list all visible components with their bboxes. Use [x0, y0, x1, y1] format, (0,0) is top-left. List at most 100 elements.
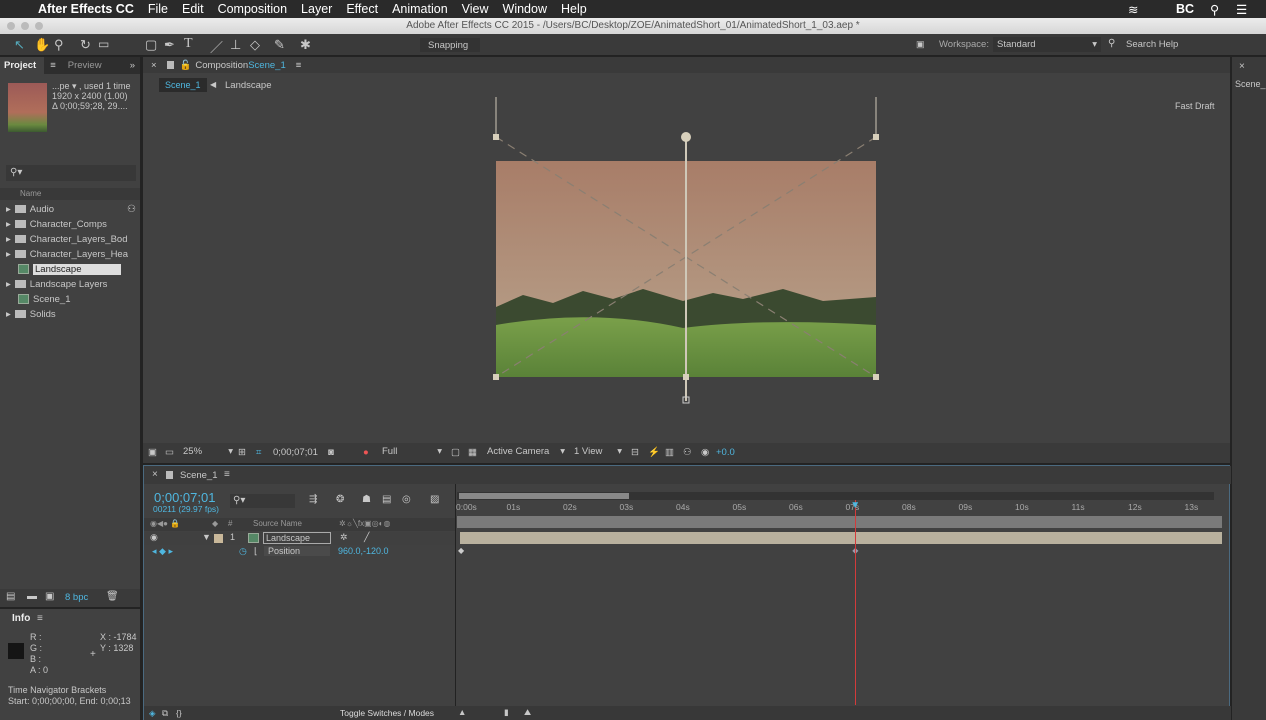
resolution-dropdown[interactable]: Full ▾	[382, 446, 442, 457]
video-visibility-icon[interactable]: ◉	[150, 532, 158, 543]
stopwatch-icon[interactable]: ◷	[239, 546, 247, 557]
pen-tool-icon[interactable]: ✒	[164, 37, 175, 53]
minimize-window-button[interactable]	[21, 22, 29, 30]
close-tab-icon[interactable]: ×	[1239, 61, 1245, 72]
rotate-tool-icon[interactable]: ↻	[80, 37, 91, 53]
spotlight-icon[interactable]: ⚲	[1210, 2, 1219, 17]
quality-switch-icon[interactable]: ╱	[364, 532, 369, 543]
eraser-tool-icon[interactable]: ◇	[250, 37, 260, 53]
source-name-header[interactable]: Source Name	[253, 519, 302, 528]
workspace-dropdown[interactable]: Standard ▾	[993, 37, 1101, 52]
exposure-icon[interactable]: ◉	[701, 447, 709, 458]
puppet-pin-tool-icon[interactable]: ✱	[300, 37, 311, 53]
info-menu-icon[interactable]: ≡	[37, 613, 43, 624]
graph-editor-icon[interactable]: ▨	[430, 494, 439, 505]
close-tab-icon[interactable]: ×	[151, 60, 157, 71]
user-menu[interactable]: BC	[1176, 2, 1194, 16]
menu-view[interactable]: View	[462, 2, 489, 16]
mask-visibility-icon[interactable]: ⌗	[256, 447, 261, 458]
menu-effect[interactable]: Effect	[346, 2, 378, 16]
composition-viewer[interactable]	[143, 93, 1230, 443]
keyframe-start[interactable]: ◆	[458, 546, 464, 555]
playhead-handle[interactable]: ▼	[850, 500, 860, 511]
timeline-menu-icon[interactable]: ≡	[224, 469, 230, 480]
collapse-transform-icon[interactable]: ✲	[340, 532, 348, 543]
region-of-interest-icon[interactable]: ▢	[451, 447, 460, 458]
zoom-in-icon[interactable]: ⛰	[524, 707, 531, 718]
project-item-audio[interactable]: ▸ Audio	[0, 202, 128, 217]
close-tab-icon[interactable]: ×	[152, 469, 158, 480]
menu-edit[interactable]: Edit	[182, 2, 204, 16]
project-item-character-comps[interactable]: ▸ Character_Comps	[0, 217, 128, 232]
layer-duration-bar[interactable]	[460, 532, 1222, 544]
composition-tab-name[interactable]: Scene_1	[248, 60, 286, 71]
hand-tool-icon[interactable]: ✋	[34, 37, 50, 53]
breadcrumb-landscape[interactable]: Landscape	[225, 80, 271, 91]
layer-switches-icon[interactable]: ◈	[149, 708, 156, 719]
work-area-bar[interactable]	[459, 493, 629, 499]
new-composition-icon[interactable]: ▣	[45, 591, 54, 602]
timeline-icon[interactable]: ▥	[665, 447, 674, 458]
rectangle-tool-icon[interactable]: ▢	[145, 37, 157, 53]
lock-icon[interactable]: 🔓	[180, 60, 192, 71]
app-menu[interactable]: After Effects CC	[38, 2, 134, 16]
project-item-landscape-layers[interactable]: ▸ Landscape Layers	[0, 277, 128, 292]
timeline-tab-scene-1[interactable]: Scene_1	[180, 470, 218, 481]
flowchart-icon[interactable]: ⚇	[127, 204, 136, 215]
toggle-switches-modes-button[interactable]: Toggle Switches / Modes	[340, 708, 434, 718]
close-window-button[interactable]	[7, 22, 15, 30]
zoom-slider[interactable]: ▮	[504, 707, 509, 718]
menu-composition[interactable]: Composition	[218, 2, 287, 16]
graph-icon[interactable]: ⌊	[254, 546, 258, 557]
current-time-field[interactable]: 0;00;07;01	[273, 447, 318, 458]
transfer-controls-icon[interactable]: ⧉	[162, 708, 168, 719]
playhead-line[interactable]	[855, 500, 857, 705]
flowchart-icon[interactable]: ⚇	[683, 447, 692, 458]
menu-layer[interactable]: Layer	[301, 2, 332, 16]
tab-preview[interactable]: Preview	[68, 60, 102, 71]
tab-project[interactable]: Project	[0, 57, 45, 74]
exposure-value[interactable]: +0.0	[716, 447, 735, 458]
composition-tab-label[interactable]: Composition	[195, 60, 248, 71]
project-item-scene-1[interactable]: Scene_1	[0, 292, 128, 307]
draft-3d-icon[interactable]: ❂	[336, 494, 344, 505]
camera-dropdown[interactable]: Active Camera ▾	[487, 446, 565, 457]
selection-tool-icon[interactable]: ↖	[14, 37, 25, 53]
brush-tool-icon[interactable]: ／	[210, 37, 223, 56]
views-dropdown[interactable]: 1 View ▾	[574, 446, 622, 457]
comp-menu-icon[interactable]: ≡	[296, 60, 302, 71]
frame-blending-icon[interactable]: ▤	[382, 494, 391, 505]
trash-icon[interactable]: 🗑	[106, 591, 119, 602]
interpret-footage-icon[interactable]: ▤	[6, 591, 15, 602]
safe-margins-icon[interactable]: ⊞	[238, 447, 246, 458]
zoom-window-button[interactable]	[35, 22, 43, 30]
position-value[interactable]: 960.0,-120.0	[338, 546, 389, 556]
channel-icon[interactable]: ●	[363, 447, 369, 458]
project-item-solids[interactable]: ▸ Solids	[0, 307, 128, 322]
zoom-out-icon[interactable]: ▲	[458, 707, 466, 717]
always-preview-icon[interactable]: ▣	[148, 447, 157, 458]
name-column-header[interactable]: Name	[0, 188, 140, 200]
shy-layers-icon[interactable]: ☗	[362, 494, 371, 505]
project-menu-icon[interactable]: ≡	[50, 60, 56, 71]
tab-scene[interactable]: Scene_	[1235, 79, 1266, 89]
in-out-icon[interactable]: {}	[176, 708, 182, 718]
snapshot-icon[interactable]: ◙	[328, 447, 334, 458]
transparency-grid-icon[interactable]: ▦	[468, 447, 477, 458]
menu-animation[interactable]: Animation	[392, 2, 448, 16]
breadcrumb-scene-1[interactable]: Scene_1	[159, 78, 207, 92]
layer-name[interactable]: Landscape	[263, 532, 332, 544]
roto-brush-tool-icon[interactable]: ✎	[274, 37, 285, 53]
camera-tool-icon[interactable]: ▭	[98, 37, 109, 51]
fast-previews-icon[interactable]: ⚡	[648, 447, 660, 458]
text-tool-icon[interactable]: T	[184, 36, 193, 52]
menu-window[interactable]: Window	[503, 2, 547, 16]
snapping-toggle[interactable]: Snapping	[420, 38, 480, 52]
timeline-current-time[interactable]: 0;00;07;01	[154, 490, 215, 505]
list-icon[interactable]: ☰	[1236, 2, 1247, 17]
search-help-input[interactable]: Search Help	[1126, 39, 1178, 50]
menu-file[interactable]: File	[148, 2, 168, 16]
project-search-input[interactable]: ⚲▾	[6, 165, 136, 181]
toggle-pixel-aspect-icon[interactable]: ⊟	[631, 447, 639, 458]
keyframe-navigator[interactable]: ◂ ◆ ▸	[152, 546, 173, 557]
